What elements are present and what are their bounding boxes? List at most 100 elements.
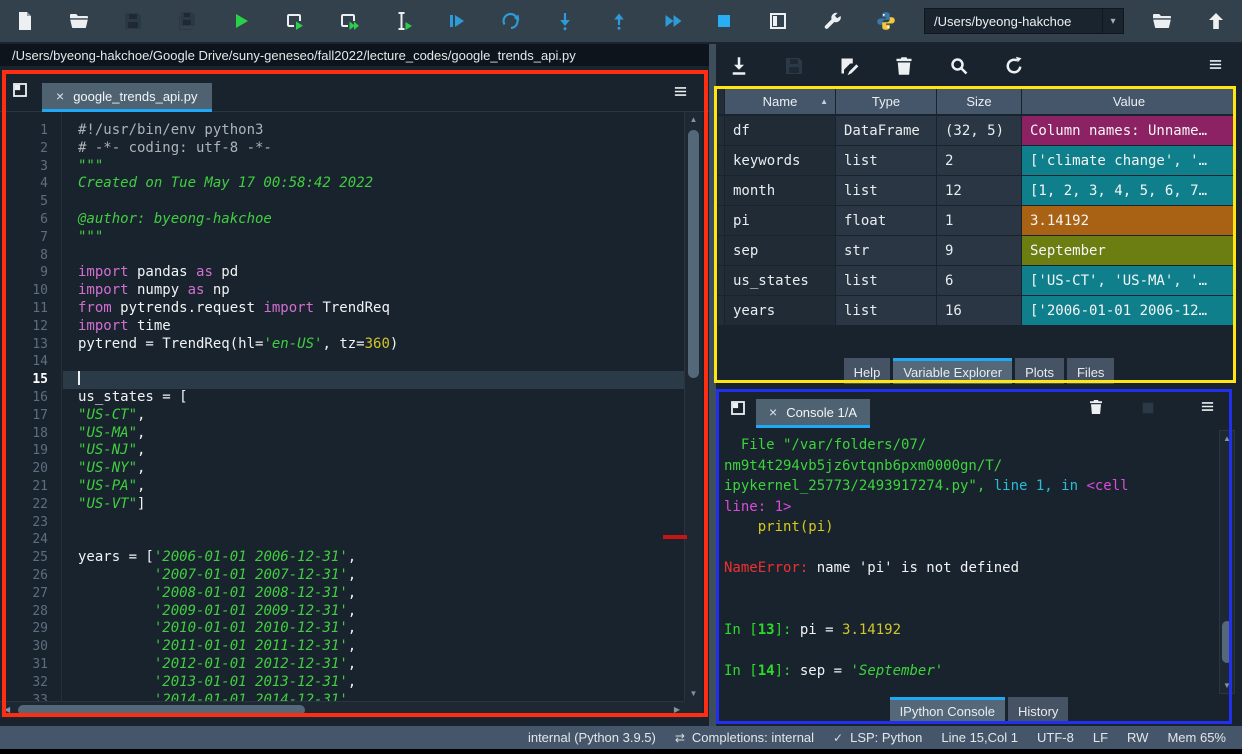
scroll-right-icon[interactable]: ▶ [674,705,680,714]
console-vscroll-thumb[interactable] [1222,621,1232,663]
import-data-button[interactable] [725,52,753,80]
working-directory-combobox[interactable]: /Users/byeong-hakchoe ▾ [924,8,1124,34]
step-return-icon [609,11,629,31]
run-cell-button[interactable] [281,7,309,35]
code-line [63,247,684,265]
code-line: '2010-01-01 2010-12-31', [63,620,684,638]
editor-options-icon[interactable] [673,84,691,102]
tab-ipython-console[interactable]: IPython Console [890,697,1005,723]
toolbar-right-group: /Users/byeong-hakchoe ▾ [710,7,1230,35]
tab-console-1a[interactable]: × Console 1/A [756,399,870,428]
parent-directory-button[interactable] [1202,7,1230,35]
tab-files[interactable]: Files [1067,358,1114,384]
browse-tabs-icon[interactable] [12,82,30,100]
column-header-name[interactable]: Name▲ [725,88,836,116]
console-vertical-scrollbar[interactable]: ▲ ▼ [1219,430,1235,694]
variables-table-header: Name▲TypeSizeValue [718,88,1237,116]
status-bar: internal (Python 3.9.5)⇄Completions: int… [0,726,1242,749]
scroll-up-icon[interactable]: ▲ [685,115,702,124]
code-line: "US-PA", [63,478,684,496]
editor-body[interactable]: 1234567891011121314151617181920212223242… [0,112,709,718]
tab-google-trends-api[interactable]: × google_trends_api.py [42,83,212,112]
scroll-down-icon[interactable]: ▼ [685,689,702,698]
interpreter-status[interactable]: internal (Python 3.9.5) [528,730,656,745]
c-name cell-name: df [725,116,836,146]
refresh-variables-button[interactable] [1000,52,1028,80]
variable-row-df[interactable]: dfDataFrame(32, 5)Column names: Unname… [718,116,1237,146]
run-file-button[interactable] [227,7,255,35]
variable-row-month[interactable]: monthlist12[1, 2, 3, 4, 5, 6, 7… [718,176,1237,206]
console-line: print(pi) [724,517,1214,538]
new-file-button[interactable] [11,7,39,35]
lsp-status-label: LSP: Python [850,730,922,745]
stop-button[interactable] [710,7,738,35]
remove-console-icon[interactable] [1088,399,1106,417]
code-line: "US-VT"] [63,496,684,514]
console-output[interactable]: File "/var/folders/07/nm9t4t294vb5jz6vtq… [724,430,1214,696]
browse-tabs-icon[interactable] [730,400,748,418]
right-bottom-pane-tabs: IPython ConsoleHistory [716,697,1242,723]
save-data-as-button[interactable] [835,52,863,80]
toolbar-file-run-group [11,7,687,35]
run-cell-advance-button[interactable] [335,7,363,35]
step-into-button[interactable] [551,7,579,35]
scroll-up-icon[interactable]: ▲ [1220,434,1234,443]
save-button [119,7,147,35]
scroll-down-icon[interactable]: ▼ [1220,681,1234,690]
editor-vscroll-thumb[interactable] [688,130,699,378]
line-number: 20 [0,460,61,478]
rerun-cell-button[interactable] [497,7,525,35]
console-line [724,599,1214,620]
tab-variable-explorer[interactable]: Variable Explorer [893,358,1012,384]
trash-icon [894,56,914,76]
editor-hscroll-thumb[interactable] [18,705,305,715]
variable-row-sep[interactable]: sepstr9September [718,236,1237,266]
chevron-down-icon[interactable]: ▾ [1102,9,1123,33]
open-file-button[interactable] [65,7,93,35]
variable-explorer-toolbar [716,44,1242,88]
c-type cell-type: DataFrame [836,116,937,146]
vertical-splitter[interactable] [709,44,716,726]
code-area[interactable]: #!/usr/bin/env python3# -*- coding: utf-… [63,112,684,701]
c-val cell-val: September [1022,236,1237,266]
column-header-type[interactable]: Type [836,88,937,116]
tab-history[interactable]: History [1008,697,1068,723]
variable-explorer-options-icon[interactable] [1208,57,1226,75]
c-idx cell-idx [718,116,725,146]
column-header-size[interactable]: Size [937,88,1022,116]
editor-horizontal-scrollbar[interactable]: ◀ ▶ [0,701,684,718]
scroll-left-icon[interactable]: ◀ [4,705,10,714]
editor-tab-label: google_trends_api.py [73,89,197,104]
c-type cell-type: list [836,296,937,326]
editor-vertical-scrollbar[interactable]: ▲ ▼ [684,112,702,701]
code-line: '2008-01-01 2008-12-31', [63,585,684,603]
tab-plots[interactable]: Plots [1015,358,1064,384]
search-variable-button[interactable] [945,52,973,80]
variable-row-keywords[interactable]: keywordslist2['climate change', '… [718,146,1237,176]
browse-working-directory-button[interactable] [1148,7,1176,35]
variable-row-pi[interactable]: pifloat13.14192 [718,206,1237,236]
debug-file-button[interactable] [443,7,471,35]
variables-table: Name▲TypeSizeValue dfDataFrame(32, 5)Col… [718,88,1237,326]
console-options-icon[interactable] [1200,399,1218,417]
maximize-pane-button[interactable] [764,7,792,35]
wrench-icon [822,11,842,31]
memory-status: Mem 65% [1167,730,1226,745]
remove-variable-button[interactable] [890,52,918,80]
python-env-button[interactable] [872,7,900,35]
tab-help[interactable]: Help [844,358,891,384]
c-size cell-size: 6 [937,266,1022,296]
console-line: ipykernel_25773/2493917274.py", line 1, … [724,476,1214,497]
c-val cell-val: Column names: Unname… [1022,116,1237,146]
variable-row-years[interactable]: yearslist16['2006-01-01 2006-12… [718,296,1237,326]
variable-row-us_states[interactable]: us_stateslist6['US-CT', 'US-MA', '… [718,266,1237,296]
preferences-button[interactable] [818,7,846,35]
column-header-value[interactable]: Value [1022,88,1237,116]
step-return-button[interactable] [605,7,633,35]
c-name cell-name: us_states [725,266,836,296]
close-icon[interactable]: × [769,405,777,419]
continue-button[interactable] [659,7,687,35]
close-icon[interactable]: × [56,89,64,103]
run-selection-button[interactable] [389,7,417,35]
line-number-gutter: 1234567891011121314151617181920212223242… [0,112,62,701]
